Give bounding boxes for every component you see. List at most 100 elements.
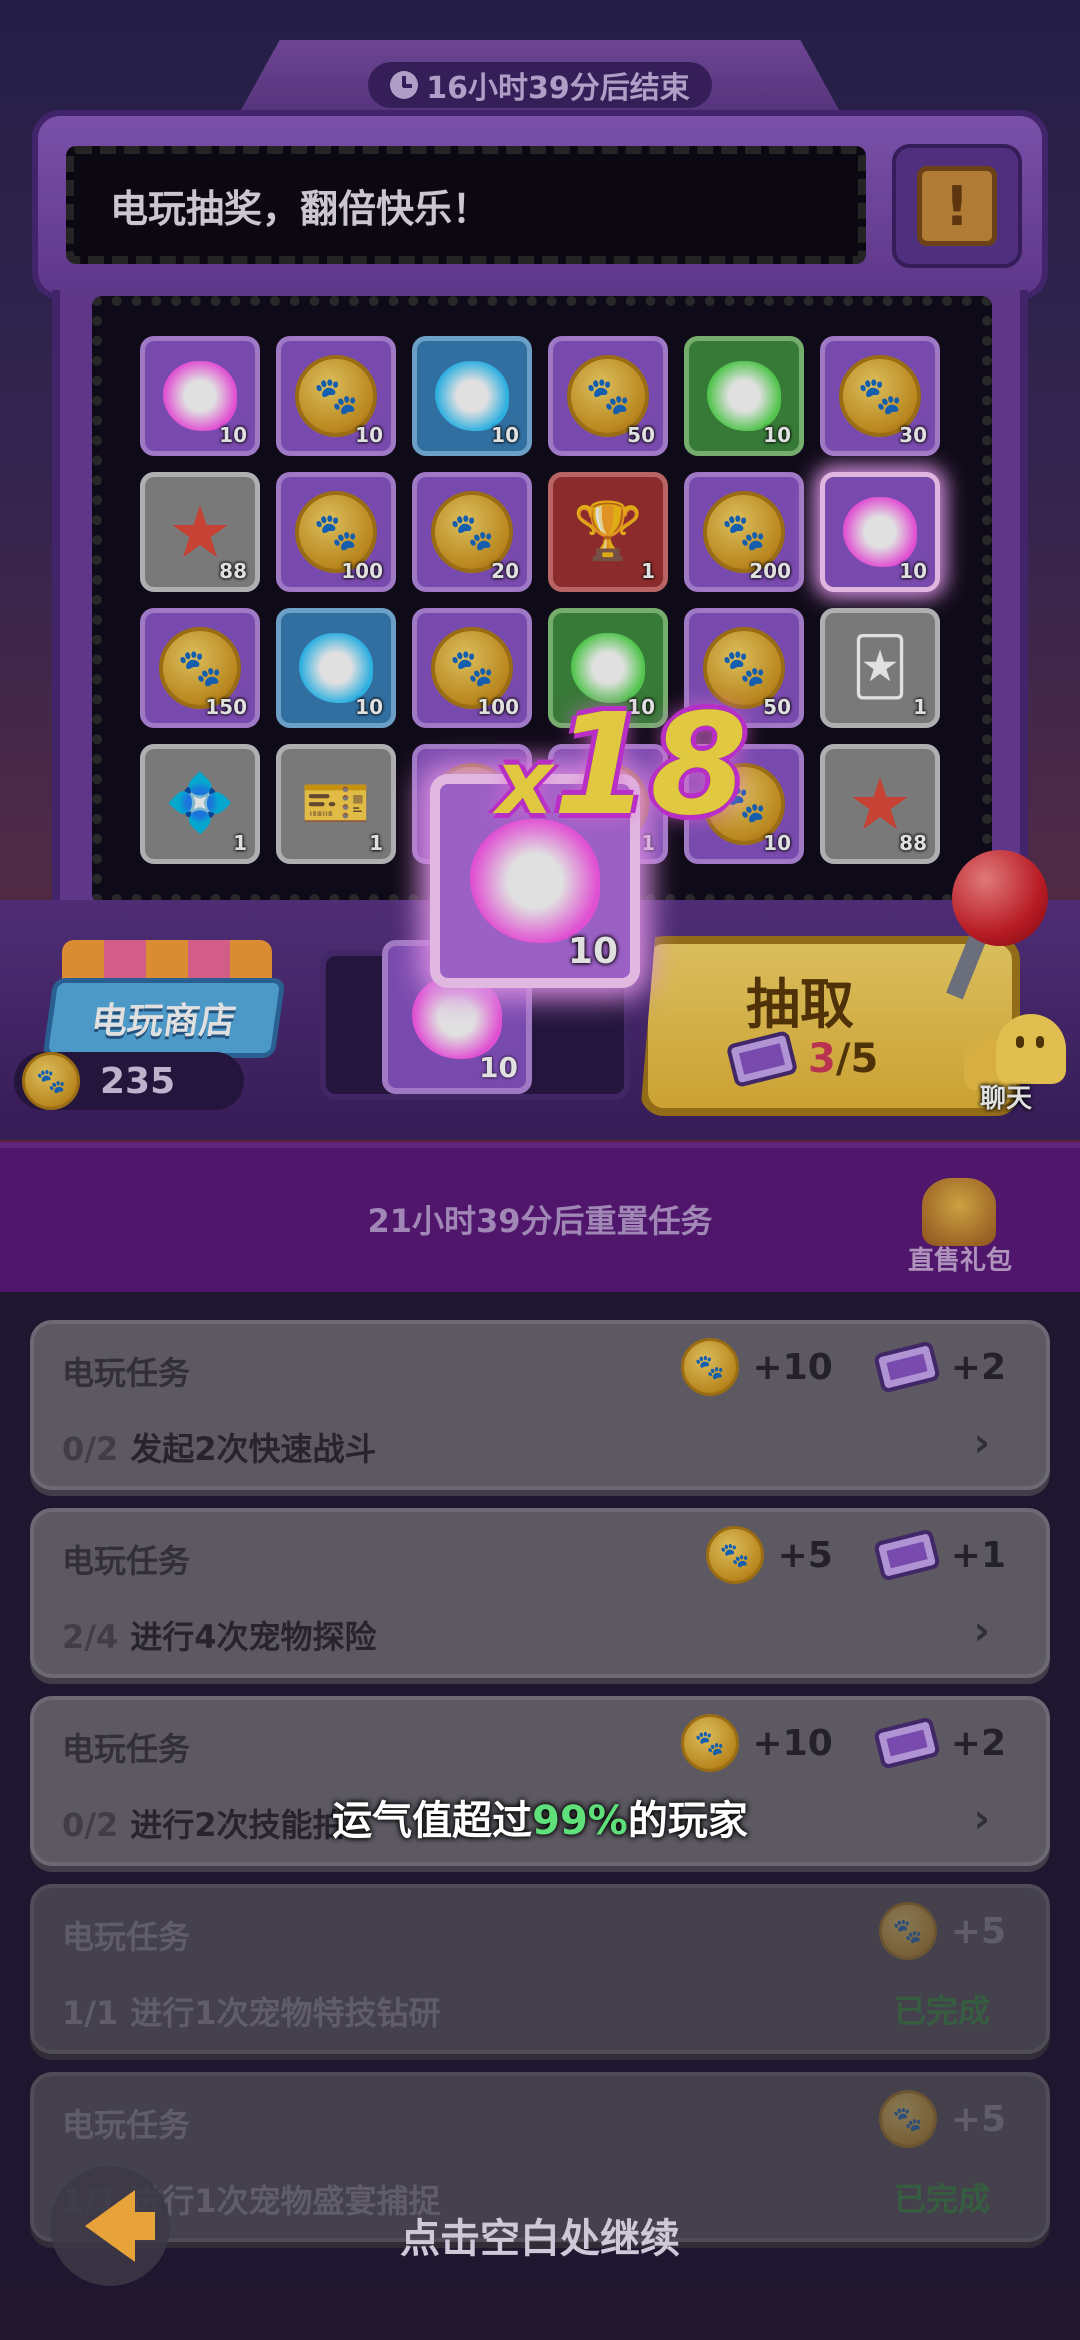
prize-qty: 10 [899, 559, 927, 583]
event-timer: 16小时39分后结束 [368, 62, 712, 108]
task-progress: 0/2 [62, 1430, 119, 1468]
coin-reward: +10 [752, 1722, 833, 1764]
prize-qty: 10 [219, 423, 247, 447]
task-title: 电玩任务 [62, 1542, 191, 1580]
ticket-icon [872, 1340, 941, 1394]
reward-multiplier: x18 [496, 696, 748, 836]
ticket-icon [872, 1528, 941, 1582]
task-rewards: 🐾 +5 +1 [705, 1526, 1006, 1584]
starfish-icon: ★ [167, 490, 233, 574]
prize-qty: 88 [899, 831, 927, 855]
coin-reward: +5 [950, 1910, 1006, 1952]
coin-reward: +10 [752, 1346, 833, 1388]
task-description: 1/1 进行1次宠物特技钻研 [62, 1988, 441, 2034]
clock-icon [390, 71, 419, 99]
task-rewards: 🐾 +5 [878, 2090, 1006, 2148]
prize-qty: 20 [491, 559, 519, 583]
card-icon: 🃏 [851, 635, 909, 700]
paw-coin-icon: 🐾 [680, 1714, 739, 1772]
coin-balance: 🐾 235 [14, 1052, 244, 1110]
prize-qty: 10 [355, 695, 383, 719]
shop-label: 电玩商店 [88, 1001, 239, 1042]
prize-qty: 10 [763, 423, 791, 447]
chevron-right-icon[interactable]: › [974, 1420, 990, 1466]
prize-qty: 150 [205, 695, 247, 719]
energy-blob-icon [843, 497, 917, 567]
prize-cell: 10 [276, 608, 396, 728]
prize-cell: 🐾 50 [548, 336, 668, 456]
prize-qty: 10 [763, 831, 791, 855]
multiplier-prefix: x [496, 731, 553, 834]
prize-cell: 🃏 1 [820, 608, 940, 728]
task-desc-text: 发起2次快速战斗 [130, 1430, 377, 1468]
prize-cell: 🐾 10 [276, 336, 396, 456]
marquee-banner: 电玩抽奖，翻倍快乐！ [66, 146, 866, 264]
task-rewards: 🐾 +10 +2 [680, 1714, 1006, 1772]
task-title: 电玩任务 [62, 1354, 191, 1392]
ticket-icon [872, 1716, 941, 1770]
prize-qty: 88 [219, 559, 247, 583]
task-description: 2/4 进行4次宠物探险 [62, 1612, 377, 1658]
task-title: 电玩任务 [62, 1730, 191, 1768]
prize-cell: ★ 88 [820, 744, 940, 864]
prize-cell: 10 [820, 472, 940, 592]
prize-cell: ★ 88 [140, 472, 260, 592]
scroll-alert-icon: ! [917, 166, 997, 246]
marquee-text: 电玩抽奖，翻倍快乐！ [110, 186, 491, 231]
coin-balance-value: 235 [100, 1060, 176, 1102]
prize-qty: 1 [233, 831, 247, 855]
chat-ghost-icon [996, 1014, 1066, 1084]
ticket-reward: +1 [950, 1534, 1006, 1576]
coin-reward: +5 [950, 2098, 1006, 2140]
ticket-card-icon: 🎫 [301, 771, 371, 836]
reward-qty: 10 [567, 931, 618, 972]
prize-qty: 10 [491, 423, 519, 447]
chevron-right-icon[interactable]: › [974, 1608, 990, 1654]
task-card[interactable]: 电玩任务 🐾 +5 +1 2/4 进行4次宠物探险 › [30, 1508, 1050, 1678]
task-status: 已完成 [893, 1992, 990, 2030]
energy-blob-icon [435, 361, 509, 431]
rules-button[interactable]: ! [892, 144, 1022, 268]
gift-bag-icon [922, 1178, 996, 1246]
trophy-icon: 🏆 [573, 499, 643, 564]
paw-coin-icon: 🐾 [878, 2090, 937, 2148]
tickets-current: 3 [808, 1036, 836, 1082]
task-title: 电玩任务 [62, 2106, 191, 2144]
continue-hint[interactable]: 点击空白处继续 [0, 2206, 1080, 2264]
task-card[interactable]: 电玩任务 🐾 +5 1/1 进行1次宠物特技钻研 已完成 [30, 1884, 1050, 2054]
task-progress: 2/4 [62, 1618, 119, 1656]
draw-ticket-count: 3/5 [725, 1029, 879, 1089]
prize-cell: 🐾 20 [412, 472, 532, 592]
task-title: 电玩任务 [62, 1918, 191, 1956]
draw-button-label: 抽取 [746, 973, 854, 1036]
task-description: 0/2 发起2次快速战斗 [62, 1424, 377, 1470]
prize-cell: 🐾 30 [820, 336, 940, 456]
joystick-ball-icon[interactable] [952, 850, 1048, 946]
prize-qty: 100 [341, 559, 383, 583]
tickets-total: /5 [835, 1036, 879, 1082]
prize-qty: 200 [749, 559, 791, 583]
paw-coin-icon: 🐾 [22, 1052, 80, 1110]
starfish-icon: ★ [847, 762, 913, 846]
prize-cell: 🐾 150 [140, 608, 260, 728]
ticket-reward: +2 [950, 1346, 1006, 1388]
prize-cell: 10 [684, 336, 804, 456]
multiplier-value: 18 [552, 684, 748, 847]
prize-cell: 🏆 1 [548, 472, 668, 592]
task-rewards: 🐾 +5 [878, 1902, 1006, 1960]
direct-sale-gift-button[interactable]: 直售礼包 [900, 1178, 1020, 1278]
crystal-icon: 💠 [165, 771, 235, 836]
paw-coin-icon: 🐾 [705, 1526, 764, 1584]
prize-qty: 1 [641, 559, 655, 583]
chat-button[interactable]: 聊天 [958, 1014, 1076, 1114]
prize-qty: 10 [355, 423, 383, 447]
energy-blob-icon [299, 633, 373, 703]
prize-qty: 1 [913, 695, 927, 719]
event-timer-text: 16小时39分后结束 [426, 71, 690, 106]
ticket-icon [725, 1029, 799, 1089]
task-card[interactable]: 电玩任务 🐾 +10 +2 0/2 发起2次快速战斗 › [30, 1320, 1050, 1490]
prize-qty: 50 [763, 695, 791, 719]
paw-coin-icon: 🐾 [878, 1902, 937, 1960]
shop-sign: 电玩商店 [42, 978, 286, 1058]
chat-label: 聊天 [980, 1084, 1033, 1114]
